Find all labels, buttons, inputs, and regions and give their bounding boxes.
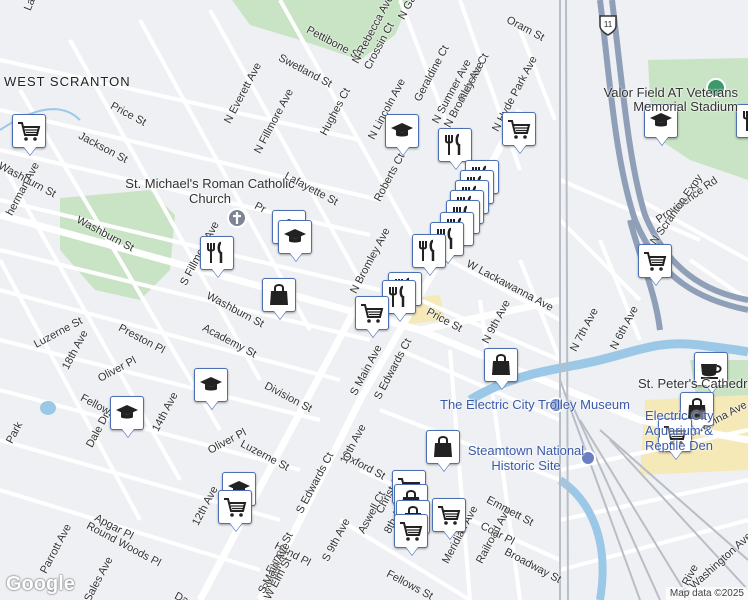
grocery-cart-icon bbox=[400, 522, 423, 541]
grocery-cart-icon bbox=[224, 498, 247, 517]
restaurant-icon bbox=[445, 133, 461, 155]
map-marker-grocery-cart[interactable] bbox=[638, 244, 672, 278]
restaurant-icon bbox=[743, 111, 748, 131]
map-marker-school[interactable] bbox=[110, 396, 144, 430]
map-marker-shopping-bag[interactable] bbox=[262, 278, 296, 312]
highway-shield-label: 11 bbox=[604, 20, 613, 29]
church-label[interactable]: St. Michael's Roman Catholic Church bbox=[120, 176, 300, 206]
river bbox=[557, 476, 607, 600]
map-marker-grocery-cart[interactable] bbox=[394, 514, 428, 548]
school-icon bbox=[391, 123, 413, 137]
shopping-bag-icon bbox=[434, 436, 452, 457]
shopping-bag-icon bbox=[492, 354, 510, 375]
map-marker-grocery-cart[interactable] bbox=[12, 114, 46, 148]
grocery-cart-icon bbox=[361, 304, 384, 323]
church-icon[interactable] bbox=[227, 208, 247, 228]
grocery-cart-icon bbox=[438, 506, 461, 525]
school-icon bbox=[116, 405, 138, 419]
restaurant-icon bbox=[389, 285, 405, 307]
highway-shield-icon: 11 bbox=[599, 15, 617, 36]
grocery-cart-icon bbox=[508, 120, 531, 139]
grocery-cart-icon bbox=[644, 252, 667, 271]
cathedral-label[interactable]: St. Peter's Cathedral bbox=[638, 376, 748, 391]
pond bbox=[40, 401, 56, 415]
map-marker-grocery-cart[interactable] bbox=[355, 296, 389, 330]
map-canvas[interactable]: 11 Lafayette StPettibone StN Rebecca Ave… bbox=[0, 0, 748, 600]
restaurant-icon bbox=[207, 241, 223, 263]
map-marker-grocery-cart[interactable] bbox=[432, 498, 466, 532]
google-logo: Google bbox=[6, 573, 75, 595]
grocery-cart-icon bbox=[18, 122, 41, 141]
map-marker-shopping-bag[interactable] bbox=[484, 348, 518, 382]
historic-site-label[interactable]: Steamtown National Historic Site bbox=[456, 443, 596, 473]
map-marker-restaurant[interactable] bbox=[412, 234, 446, 268]
district-label: WEST SCRANTON bbox=[4, 74, 131, 89]
museum-label[interactable]: The Electric City Trolley Museum bbox=[440, 397, 630, 412]
map-marker-school[interactable] bbox=[385, 114, 419, 148]
map-marker-grocery-cart[interactable] bbox=[502, 112, 536, 146]
shopping-bag-icon bbox=[270, 284, 288, 305]
restaurant-icon bbox=[419, 239, 435, 261]
aquarium-label[interactable]: Electric City Aquarium & Reptile Den bbox=[645, 408, 748, 453]
map-marker-school[interactable] bbox=[194, 368, 228, 402]
map-marker-restaurant[interactable] bbox=[438, 128, 472, 162]
map-marker-shopping-bag[interactable] bbox=[426, 430, 460, 464]
stadium-label[interactable]: Valor Field AT Veterans Memorial Stadium bbox=[578, 86, 738, 114]
map-attribution: Map data ©2025 bbox=[665, 587, 748, 600]
map-marker-grocery-cart[interactable] bbox=[218, 490, 252, 524]
school-icon bbox=[284, 229, 306, 243]
school-icon bbox=[200, 377, 222, 391]
map-marker-school[interactable] bbox=[278, 220, 312, 254]
map-marker-restaurant[interactable] bbox=[200, 236, 234, 270]
